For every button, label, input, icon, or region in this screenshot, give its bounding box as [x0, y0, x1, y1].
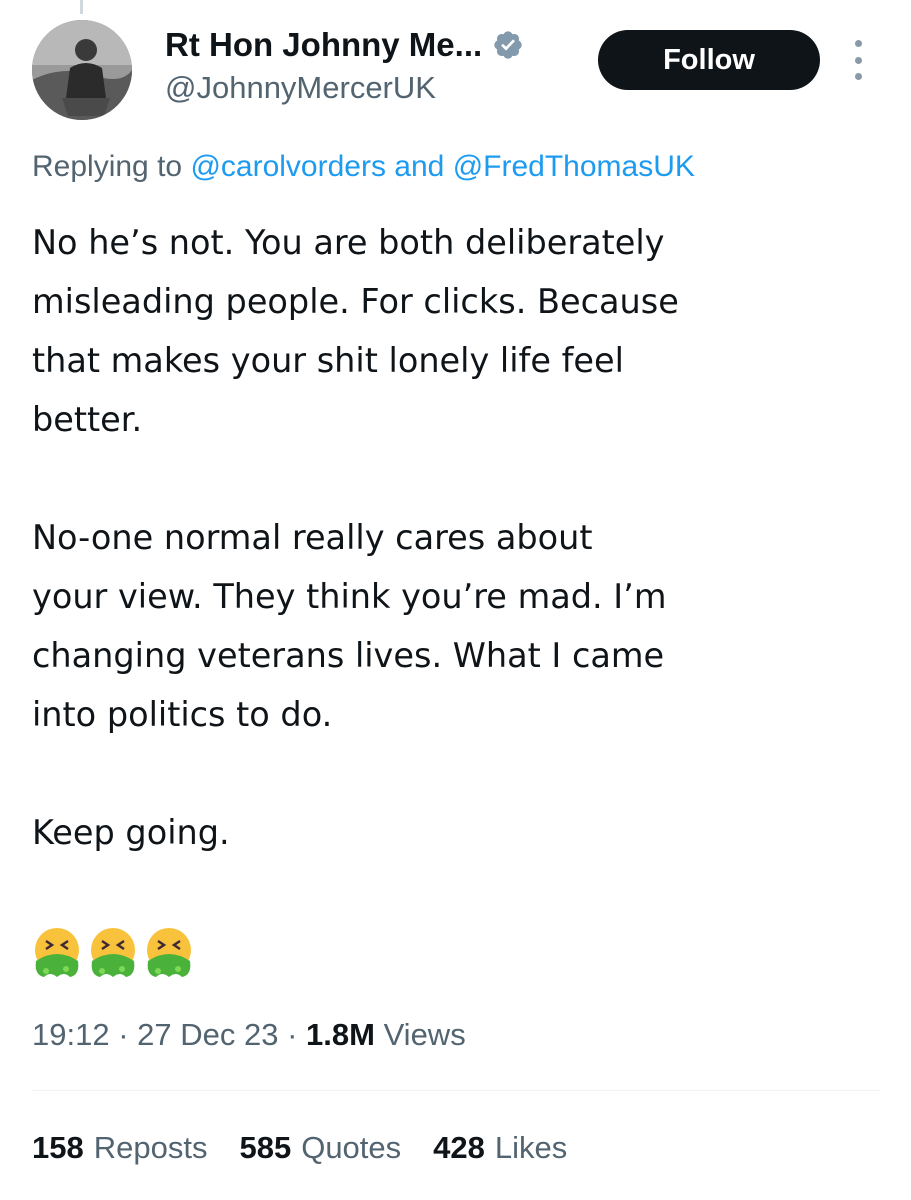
reply-conjunction: and [385, 150, 453, 183]
mention-link-carolvorders[interactable]: @carolvorders [190, 150, 386, 183]
tweet-paragraph: No-one normal really cares about your vi… [32, 518, 667, 734]
divider [32, 1090, 880, 1091]
quotes-label: Quotes [301, 1130, 402, 1165]
views-count: 1.8M [306, 1017, 375, 1052]
thread-connector-line [80, 0, 83, 14]
vomiting-face-emoji [30, 925, 84, 979]
avatar-photo [32, 20, 132, 120]
tweet-date[interactable]: 27 Dec 23 [137, 1017, 278, 1052]
mention-link-fredthomasuk[interactable]: @FredThomasUK [453, 150, 695, 183]
likes-stat[interactable]: 428 Likes [433, 1130, 567, 1166]
meta-separator: · [278, 1017, 307, 1052]
tweet-paragraph: No he’s not. You are both deliberately m… [32, 223, 679, 439]
reply-prefix: Replying to [32, 150, 191, 183]
verified-badge-icon [492, 29, 524, 61]
likes-label: Likes [494, 1130, 568, 1165]
avatar[interactable] [32, 20, 132, 120]
tweet-timestamp: 19:12 · 27 Dec 23 · 1.8M Views [32, 1017, 466, 1053]
tweet-time[interactable]: 19:12 [32, 1017, 110, 1052]
engagement-stats: 158 Reposts 585 Quotes 428 Likes [32, 1130, 567, 1166]
reply-context: Replying to @carolvorders and @FredThoma… [32, 150, 695, 184]
vomiting-face-emoji [86, 925, 140, 979]
meta-separator: · [109, 1017, 138, 1052]
likes-count: 428 [433, 1130, 485, 1165]
reposts-stat[interactable]: 158 Reposts [32, 1130, 207, 1166]
quotes-stat[interactable]: 585 Quotes [239, 1130, 401, 1166]
more-options-icon[interactable] [846, 40, 870, 80]
tweet-paragraph: Keep going. [32, 813, 230, 852]
emoji-row [30, 925, 196, 979]
quotes-count: 585 [239, 1130, 292, 1165]
reposts-count: 158 [32, 1130, 84, 1165]
display-name[interactable]: Rt Hon Johnny Me... [165, 26, 482, 64]
reposts-label: Reposts [93, 1130, 208, 1165]
tweet-text: No he’s not. You are both deliberately m… [32, 213, 872, 921]
views-label: Views [374, 1017, 466, 1052]
follow-button[interactable]: Follow [598, 30, 820, 90]
vomiting-face-emoji [142, 925, 196, 979]
user-name-block: Rt Hon Johnny Me... @JohnnyMercerUK [165, 26, 524, 106]
user-handle[interactable]: @JohnnyMercerUK [165, 70, 524, 106]
